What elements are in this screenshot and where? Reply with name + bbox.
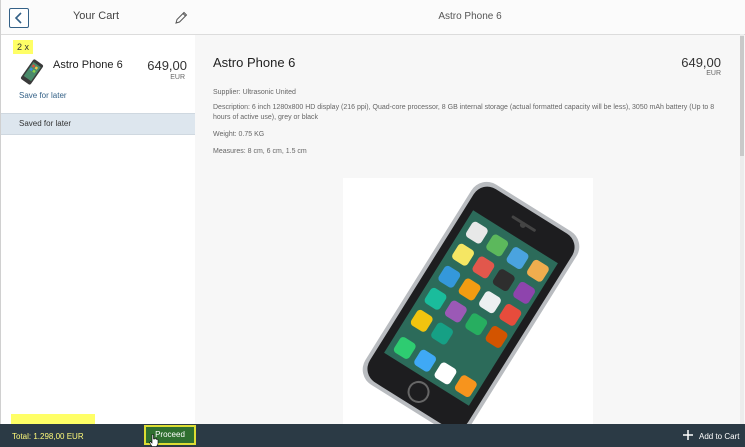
quantity-badge: 2 x bbox=[13, 40, 34, 54]
add-to-cart-label: Add to Cart bbox=[699, 432, 740, 441]
cart-item-name[interactable]: Astro Phone 6 bbox=[53, 59, 123, 71]
saved-for-later-group-header: Saved for later bbox=[1, 113, 195, 135]
hand-cursor-icon bbox=[149, 434, 159, 447]
cart-item-currency: EUR bbox=[170, 74, 185, 81]
detail-scrollbar[interactable] bbox=[740, 34, 744, 424]
plus-icon bbox=[683, 430, 693, 440]
product-price: 649,00 bbox=[681, 55, 721, 70]
save-for-later-link[interactable]: Save for later bbox=[19, 91, 67, 100]
edit-button[interactable] bbox=[173, 10, 189, 26]
cart-header: Your Cart bbox=[1, 0, 195, 35]
product-currency: EUR bbox=[706, 70, 721, 77]
detail-header-title: Astro Phone 6 bbox=[438, 11, 502, 22]
product-weight: Weight: 0.75 KG bbox=[213, 131, 265, 138]
cart-master-pane: Your Cart 2 x Astro Phone 6 649,00 EUR S… bbox=[0, 0, 196, 424]
product-image bbox=[343, 178, 593, 424]
product-supplier: Supplier: Ultrasonic United bbox=[213, 89, 296, 96]
product-detail-pane: Astro Phone 6 Astro Phone 6 649,00 EUR S… bbox=[195, 0, 745, 424]
saved-for-later-label: Saved for later bbox=[19, 119, 72, 128]
cart-title: Your Cart bbox=[72, 10, 120, 22]
cart-total: Total: 1.298,00 EUR bbox=[12, 432, 84, 441]
cart-item-price: 649,00 bbox=[147, 58, 187, 73]
scrollbar-thumb[interactable] bbox=[740, 36, 744, 156]
back-icon bbox=[14, 12, 22, 24]
detail-header: Astro Phone 6 bbox=[195, 0, 745, 35]
pencil-icon bbox=[175, 11, 188, 24]
back-button[interactable] bbox=[9, 8, 29, 28]
product-measures: Measures: 8 cm, 6 cm, 1.5 cm bbox=[213, 148, 307, 155]
product-description: Description: 6 inch 1280x800 HD display … bbox=[213, 104, 715, 121]
total-highlight bbox=[11, 414, 95, 424]
phone-thumbnail bbox=[20, 59, 44, 85]
footer-toolbar: Total: 1.298,00 EUR Proceed Add to Cart bbox=[0, 424, 745, 447]
product-title: Astro Phone 6 bbox=[213, 55, 296, 70]
